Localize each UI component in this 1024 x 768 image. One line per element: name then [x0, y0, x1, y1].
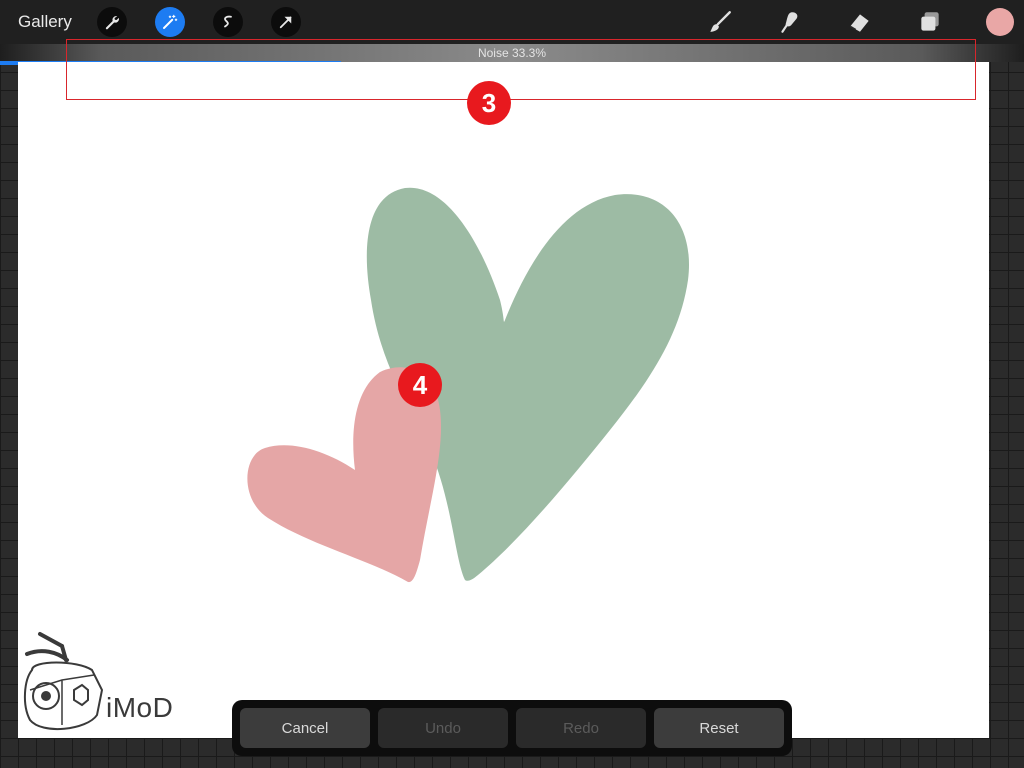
adjustment-action-bar: Cancel Undo Redo Reset [232, 700, 792, 756]
top-toolbar: Gallery [0, 0, 1024, 44]
layers-icon[interactable] [914, 6, 946, 38]
wrench-icon[interactable] [97, 7, 127, 37]
eraser-icon[interactable] [844, 6, 876, 38]
redo-button[interactable]: Redo [516, 708, 646, 748]
transform-arrow-icon[interactable] [271, 7, 301, 37]
color-swatch[interactable] [986, 8, 1014, 36]
cancel-button[interactable]: Cancel [240, 708, 370, 748]
watermark-text: iMoD [106, 692, 174, 723]
step-marker-4: 4 [398, 363, 442, 407]
noise-slider[interactable]: Noise 33.3% [0, 44, 1024, 65]
selection-icon[interactable] [213, 7, 243, 37]
gallery-button[interactable]: Gallery [18, 12, 72, 32]
undo-button[interactable]: Undo [378, 708, 508, 748]
step-marker-3: 3 [467, 81, 511, 125]
brush-icon[interactable] [704, 6, 736, 38]
reset-button[interactable]: Reset [654, 708, 784, 748]
imod-mascot-icon [24, 632, 104, 731]
smudge-icon[interactable] [774, 6, 806, 38]
magic-wand-icon[interactable] [155, 7, 185, 37]
watermark-logo: iMoD [22, 630, 192, 740]
noise-value-label: Noise 33.3% [477, 46, 547, 60]
